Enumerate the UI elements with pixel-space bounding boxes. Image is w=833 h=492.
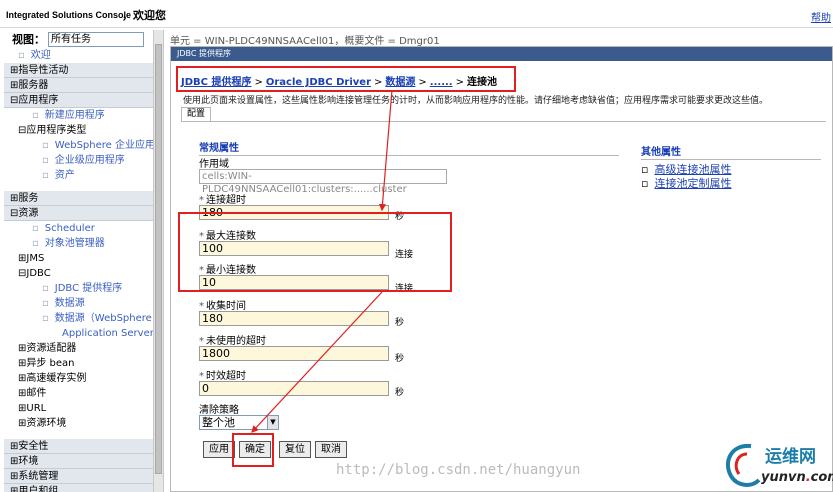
arrow-to-ok-button [251, 291, 383, 433]
site-logo: 运维网 yunvn.com [721, 440, 833, 490]
logo-en-part2: com [810, 470, 833, 485]
logo-swirl-icon [725, 443, 761, 487]
arrow-to-connections [378, 89, 393, 212]
logo-en-part1: yunvn [761, 470, 806, 485]
annotation-arrows [251, 89, 393, 433]
logo-english-text: yunvn.com [761, 470, 833, 485]
logo-chinese-text: 运维网 [765, 447, 816, 467]
watermark-text: http://blog.csdn.net/huangyun [336, 462, 581, 478]
